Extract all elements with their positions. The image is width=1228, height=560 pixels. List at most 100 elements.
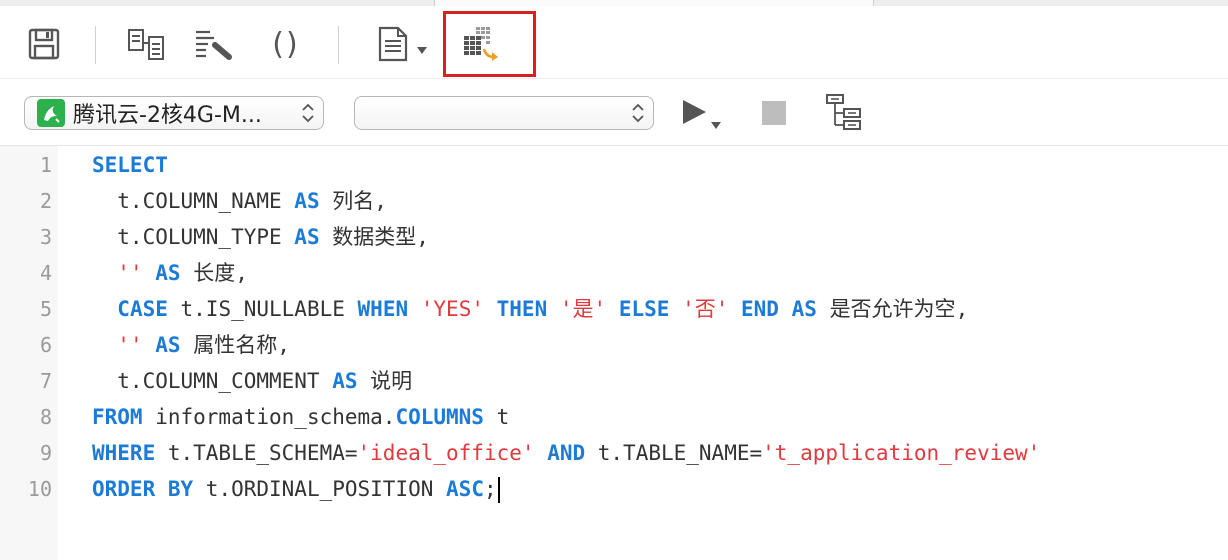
line-number: 3 bbox=[39, 225, 52, 249]
sql-text: t.IS_NULLABLE bbox=[167, 297, 358, 321]
column-alias: 数据类型 bbox=[332, 225, 417, 249]
sql-string: '' bbox=[117, 333, 143, 357]
sql-keyword: END bbox=[741, 297, 779, 321]
sql-text: t.TABLE_SCHEMA= bbox=[155, 441, 358, 465]
code-text: t.COLUMN_NAME AS 列名, bbox=[92, 183, 387, 219]
sql-editor[interactable]: 1 SELECT 2 t.COLUMN_NAME AS 列名, 3 t.COLUMN_… bbox=[0, 146, 1228, 560]
toolbar-separator bbox=[95, 26, 96, 64]
sql-text: t.TABLE_NAME= bbox=[585, 441, 763, 465]
save-icon bbox=[28, 28, 60, 60]
code-line[interactable]: 4 '' AS 长度, bbox=[0, 255, 1228, 291]
code-text: WHERE t.TABLE_SCHEMA='ideal_office' AND … bbox=[92, 435, 1040, 471]
sql-keyword: WHERE bbox=[92, 441, 156, 465]
column-alias: 说明 bbox=[370, 369, 413, 393]
sql-keyword: ORDER BY bbox=[92, 477, 194, 501]
stop-button[interactable] bbox=[762, 101, 786, 125]
sql-string: 'YES' bbox=[420, 297, 484, 321]
play-icon bbox=[683, 100, 721, 129]
sql-text: t.COLUMN_TYPE bbox=[92, 225, 295, 249]
sql-text: , bbox=[277, 333, 290, 357]
code-line[interactable]: 6 '' AS 属性名称, bbox=[0, 327, 1228, 363]
sql-keyword: SELECT bbox=[92, 153, 168, 177]
sql-text: t bbox=[483, 405, 510, 429]
code-line[interactable]: 10 ORDER BY t.ORDINAL_POSITION ASC; bbox=[0, 471, 1228, 507]
mysql-connection-icon bbox=[37, 99, 65, 127]
explain-button[interactable] bbox=[824, 93, 864, 133]
sql-keyword: AS bbox=[332, 369, 358, 393]
explain-icon bbox=[826, 94, 861, 130]
code-snippet-button[interactable]: () bbox=[264, 24, 308, 64]
sql-keyword: AND bbox=[547, 441, 586, 465]
code-text: t.COLUMN_TYPE AS 数据类型, bbox=[92, 219, 429, 255]
code-line[interactable]: 9 WHERE t.TABLE_SCHEMA='ideal_office' AND… bbox=[0, 435, 1228, 471]
code-line[interactable]: 7 t.COLUMN_COMMENT AS 说明 bbox=[0, 363, 1228, 399]
line-number: 2 bbox=[39, 189, 52, 213]
sql-keyword: CASE bbox=[117, 297, 168, 321]
sql-editor-window: () 腾讯云-2核4G-M... 1 SELECT 2 t.COLUMN_NAM… bbox=[0, 0, 1228, 560]
sql-string: '' bbox=[117, 261, 143, 285]
column-alias: 长度 bbox=[193, 261, 236, 285]
sql-text: , bbox=[235, 261, 248, 285]
sql-keyword: COLUMNS bbox=[395, 405, 484, 429]
sql-string: '否' bbox=[682, 297, 729, 321]
line-number: 10 bbox=[27, 477, 52, 501]
sql-string: 't_application_review' bbox=[762, 441, 1041, 465]
save-button[interactable] bbox=[22, 24, 66, 64]
column-alias: 是否允许为空 bbox=[829, 297, 956, 321]
text-view-button[interactable] bbox=[374, 24, 432, 64]
database-select[interactable] bbox=[354, 96, 654, 130]
line-number: 4 bbox=[39, 261, 52, 285]
code-line[interactable]: 8 FROM information_schema.COLUMNS t bbox=[0, 399, 1228, 435]
beautify-sql-button[interactable] bbox=[192, 24, 236, 64]
line-number: 8 bbox=[39, 405, 52, 429]
code-text: ORDER BY t.ORDINAL_POSITION ASC; bbox=[92, 471, 500, 507]
sql-text: t.ORDINAL_POSITION bbox=[193, 477, 447, 501]
beautify-sql-icon bbox=[196, 30, 232, 60]
connection-select[interactable]: 腾讯云-2核4G-M... bbox=[24, 96, 324, 130]
sql-keyword: AS bbox=[294, 189, 320, 213]
chevron-updown-icon bbox=[632, 103, 644, 123]
sql-text: , bbox=[416, 225, 429, 249]
connection-bar: 腾讯云-2核4G-M... bbox=[0, 79, 1228, 146]
sql-string: 'ideal_office' bbox=[357, 441, 535, 465]
column-alias: 属性名称 bbox=[193, 333, 278, 357]
sql-keyword: WHEN bbox=[357, 297, 409, 321]
toolbar-separator bbox=[338, 26, 339, 64]
run-button[interactable] bbox=[680, 97, 726, 133]
line-number: 1 bbox=[39, 153, 52, 177]
code-line[interactable]: 2 t.COLUMN_NAME AS 列名, bbox=[0, 183, 1228, 219]
query-builder-icon bbox=[128, 29, 164, 60]
toolbar: () bbox=[0, 6, 1228, 79]
code-text: '' AS 属性名称, bbox=[92, 327, 290, 363]
sql-keyword: AS bbox=[155, 333, 181, 357]
sql-keyword: ELSE bbox=[618, 297, 670, 321]
query-builder-button[interactable] bbox=[124, 24, 168, 64]
line-number: 9 bbox=[39, 441, 52, 465]
code-line[interactable]: 1 SELECT bbox=[0, 147, 1228, 183]
code-line[interactable]: 3 t.COLUMN_TYPE AS 数据类型, bbox=[0, 219, 1228, 255]
sql-text: , bbox=[374, 189, 387, 213]
sql-text: , bbox=[955, 297, 969, 321]
sql-keyword: ASC bbox=[446, 477, 484, 501]
code-text: '' AS 长度, bbox=[92, 255, 248, 291]
sql-keyword: THEN bbox=[496, 297, 548, 321]
text-view-icon bbox=[378, 26, 427, 62]
connection-label: 腾讯云-2核4G-M... bbox=[73, 103, 262, 128]
line-number: 6 bbox=[39, 333, 52, 357]
code-line[interactable]: 5 CASE t.IS_NULLABLE WHEN 'YES' THEN '是'… bbox=[0, 291, 1228, 327]
code-snippet-icon: () bbox=[272, 26, 300, 62]
code-text: SELECT bbox=[92, 147, 168, 183]
